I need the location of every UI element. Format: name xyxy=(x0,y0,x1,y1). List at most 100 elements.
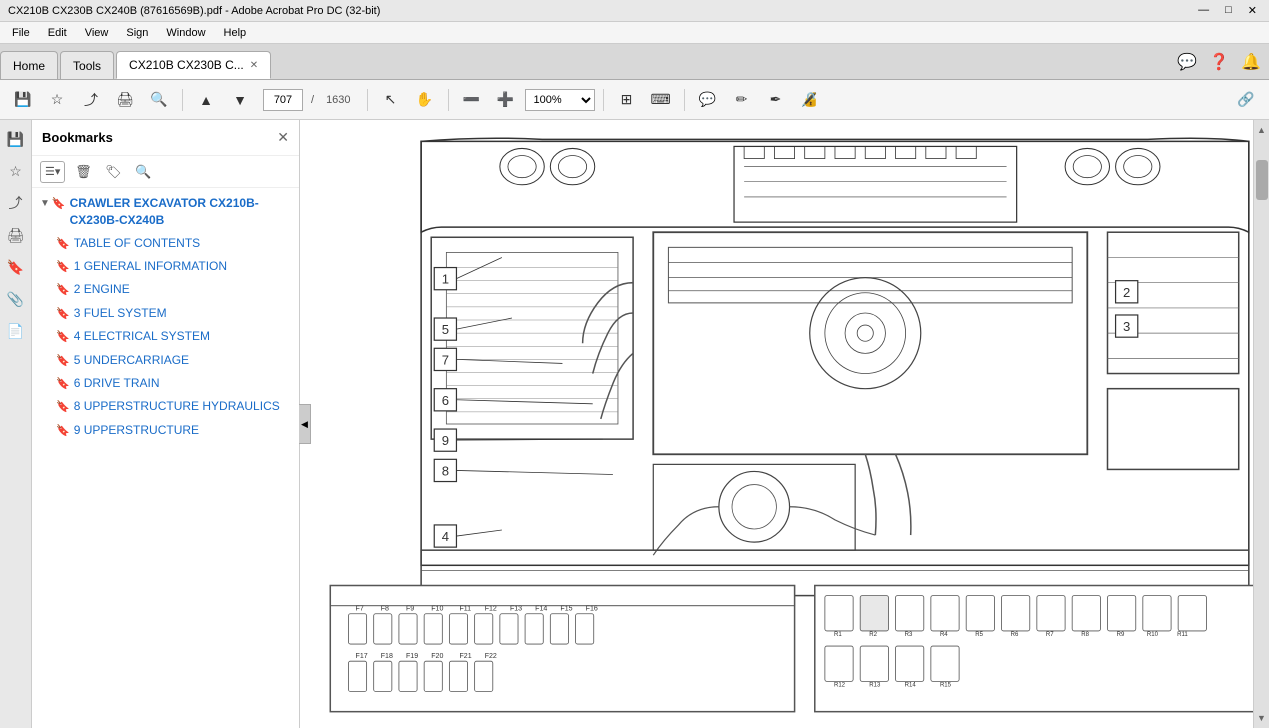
print-toolbar-btn[interactable]: 🖨 xyxy=(110,86,140,114)
notification-icon[interactable]: 🔔 xyxy=(1241,52,1261,72)
bookmark-item-4[interactable]: 🔖 4 ELECTRICAL SYSTEM xyxy=(32,325,299,348)
svg-text:5: 5 xyxy=(442,322,449,337)
menu-file[interactable]: File xyxy=(4,25,38,41)
side-bookmark-panel-icon[interactable]: 🔖 xyxy=(3,254,29,280)
bookmarks-close-btn[interactable]: ✕ xyxy=(277,129,289,146)
bm-options-btn[interactable]: ☰▾ xyxy=(40,161,65,183)
pdf-scrollbar[interactable]: ▲ ▼ xyxy=(1253,120,1269,728)
svg-text:F21: F21 xyxy=(459,653,471,660)
cursor-tool-btn[interactable]: ↖ xyxy=(376,86,406,114)
svg-text:4: 4 xyxy=(442,529,449,544)
svg-text:R9: R9 xyxy=(1117,632,1125,638)
bm-3-icon: 🔖 xyxy=(56,307,70,322)
zoom-select[interactable]: 50% 75% 100% 125% 150% 200% xyxy=(525,89,595,111)
svg-text:F20: F20 xyxy=(431,653,443,660)
bookmark-item-3[interactable]: 🔖 3 FUEL SYSTEM xyxy=(32,302,299,325)
scrollbar-thumb[interactable] xyxy=(1256,160,1268,200)
svg-text:R11: R11 xyxy=(1177,632,1188,638)
fit-page-btn[interactable]: ⊞ xyxy=(612,86,642,114)
side-bookmark-star-icon[interactable]: ☆ xyxy=(3,158,29,184)
fit-width-btn[interactable]: ⌨ xyxy=(646,86,676,114)
draw-btn[interactable]: ✒ xyxy=(761,86,791,114)
menu-edit[interactable]: Edit xyxy=(40,25,75,41)
hand-tool-btn[interactable]: ✋ xyxy=(410,86,440,114)
side-attach-icon[interactable]: 📎 xyxy=(3,286,29,312)
side-page-thumb-icon[interactable]: 📄 xyxy=(3,318,29,344)
bookmark-9-label: 9 UPPERSTRUCTURE xyxy=(74,422,199,439)
menu-help[interactable]: Help xyxy=(216,25,255,41)
bookmarks-header: Bookmarks ✕ xyxy=(32,120,299,156)
chat-icon[interactable]: 💬 xyxy=(1177,52,1197,72)
prev-page-btn[interactable]: ▲ xyxy=(191,86,221,114)
find-toolbar-btn[interactable]: 🔍 xyxy=(144,86,174,114)
title-bar: CX210B CX230B CX240B (87616569B).pdf - A… xyxy=(0,0,1269,22)
menu-bar: File Edit View Sign Window Help xyxy=(0,22,1269,44)
stamp-btn[interactable]: 🔏 xyxy=(795,86,825,114)
svg-text:F8: F8 xyxy=(381,606,389,613)
side-print-icon[interactable]: 🖨 xyxy=(3,222,29,248)
side-save-icon[interactable]: 💾 xyxy=(3,126,29,152)
bookmark-root[interactable]: ▼ 🔖 CRAWLER EXCAVATOR CX210B-CX230B-CX24… xyxy=(32,192,299,232)
separator-5 xyxy=(684,89,685,111)
bookmark-item-9[interactable]: 🔖 9 UPPERSTRUCTURE xyxy=(32,419,299,442)
pdf-area[interactable]: 1 2 3 4 5 6 xyxy=(300,120,1269,728)
next-page-btn[interactable]: ▼ xyxy=(225,86,255,114)
bookmark-item-5[interactable]: 🔖 5 UNDERCARRIAGE xyxy=(32,349,299,372)
bookmark-2-label: 2 ENGINE xyxy=(74,281,130,298)
zoom-out-btn[interactable]: ➖ xyxy=(457,86,487,114)
panel-collapse-btn[interactable]: ◀ xyxy=(299,404,311,444)
bookmark-toolbar-btn[interactable]: ☆ xyxy=(42,86,72,114)
svg-text:F17: F17 xyxy=(356,653,368,660)
highlight-btn[interactable]: ✏ xyxy=(727,86,757,114)
bm-search-btn[interactable]: 🔍 xyxy=(131,161,155,183)
bookmark-item-8[interactable]: 🔖 8 UPPERSTRUCTURE HYDRAULICS xyxy=(32,395,299,418)
menu-sign[interactable]: Sign xyxy=(118,25,156,41)
tab-home-label: Home xyxy=(13,59,45,73)
bookmarks-toolbar: ☰▾ 🗑 🏷 🔍 xyxy=(32,156,299,188)
svg-text:6: 6 xyxy=(442,393,449,408)
bookmark-item-1[interactable]: 🔖 1 GENERAL INFORMATION xyxy=(32,255,299,278)
tab-doc[interactable]: CX210B CX230B C... ✕ xyxy=(116,51,271,79)
svg-text:F14: F14 xyxy=(535,606,547,613)
bm-add-tag-btn[interactable]: 🏷 xyxy=(101,161,125,183)
menu-view[interactable]: View xyxy=(77,25,117,41)
share-toolbar-btn[interactable]: ⤴ xyxy=(76,86,106,114)
title-bar-text: CX210B CX230B CX240B (87616569B).pdf - A… xyxy=(8,5,380,17)
svg-text:R6: R6 xyxy=(1011,632,1019,638)
bm-delete-btn[interactable]: 🗑 xyxy=(71,161,95,183)
tab-doc-label: CX210B CX230B C... xyxy=(129,58,244,72)
svg-text:F7: F7 xyxy=(356,606,364,613)
link-btn[interactable]: 🔗 xyxy=(1231,86,1261,114)
close-btn[interactable]: ✕ xyxy=(1244,4,1261,17)
comment-btn[interactable]: 💬 xyxy=(693,86,723,114)
bookmark-toc-label: TABLE OF CONTENTS xyxy=(74,235,200,252)
maximize-btn[interactable]: □ xyxy=(1221,4,1236,17)
page-number-input[interactable] xyxy=(263,89,303,111)
svg-text:F19: F19 xyxy=(406,653,418,660)
svg-text:2: 2 xyxy=(1123,285,1130,300)
svg-text:F22: F22 xyxy=(485,653,497,660)
bookmark-1-label: 1 GENERAL INFORMATION xyxy=(74,258,227,275)
menu-window[interactable]: Window xyxy=(158,25,213,41)
side-share-icon[interactable]: ⤴ xyxy=(3,190,29,216)
bookmark-item-toc[interactable]: 🔖 TABLE OF CONTENTS xyxy=(32,232,299,255)
toolbar: 💾 ☆ ⤴ 🖨 🔍 ▲ ▼ / 1630 ↖ ✋ ➖ ➕ 50% 75% 100… xyxy=(0,80,1269,120)
bookmark-item-2[interactable]: 🔖 2 ENGINE xyxy=(32,278,299,301)
tab-home[interactable]: Home xyxy=(0,51,58,79)
bookmark-item-6[interactable]: 🔖 6 DRIVE TRAIN xyxy=(32,372,299,395)
collapse-arrow[interactable]: ▼ xyxy=(40,197,50,211)
svg-text:F10: F10 xyxy=(431,606,443,613)
tab-close-btn[interactable]: ✕ xyxy=(250,60,258,71)
save-toolbar-btn[interactable]: 💾 xyxy=(8,86,38,114)
page-total: 1630 xyxy=(326,94,350,106)
svg-text:R13: R13 xyxy=(869,682,881,688)
svg-text:1: 1 xyxy=(442,272,449,287)
help-circle-icon[interactable]: ❓ xyxy=(1209,52,1229,72)
separator-4 xyxy=(603,89,604,111)
zoom-in-btn[interactable]: ➕ xyxy=(491,86,521,114)
bookmarks-panel: Bookmarks ✕ ☰▾ 🗑 🏷 🔍 ▼ 🔖 CRAWLER EXCAVAT… xyxy=(32,120,300,728)
svg-text:R15: R15 xyxy=(940,682,952,688)
tab-tools[interactable]: Tools xyxy=(60,51,114,79)
bookmark-5-label: 5 UNDERCARRIAGE xyxy=(74,352,189,369)
minimize-btn[interactable]: — xyxy=(1194,4,1213,17)
